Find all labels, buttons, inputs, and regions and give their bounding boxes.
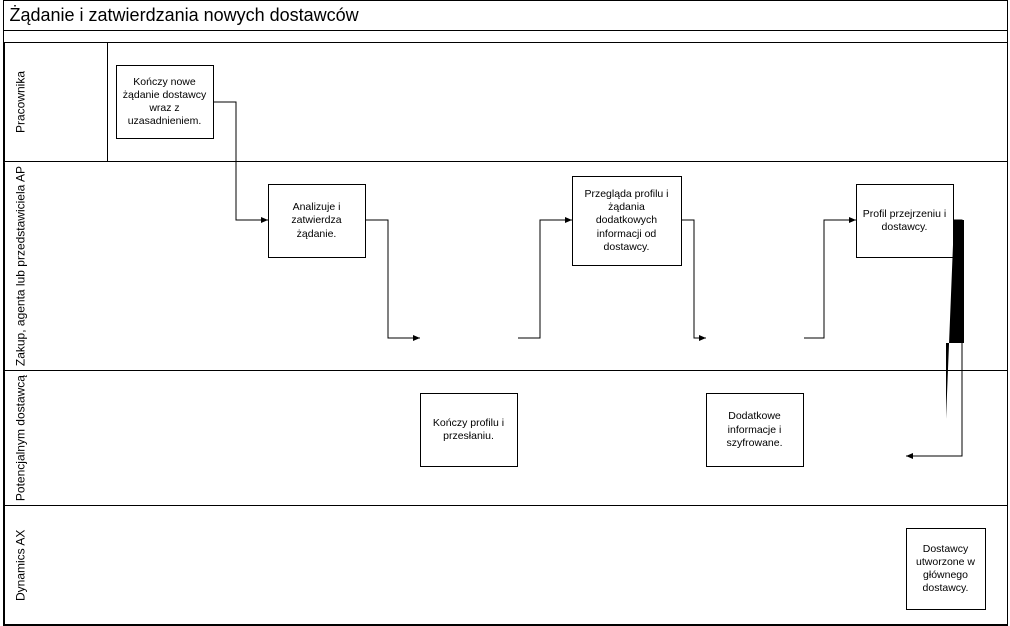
lane-content-prospective-vendor: Kończy profilu i przesłaniu. Dodatkowe i… — [36, 371, 1007, 489]
activity-finish-profile: Kończy profilu i przesłaniu. — [420, 393, 518, 467]
diagram-title: Żądanie i zatwierdzania nowych dostawców — [4, 1, 1007, 31]
lane-content-employee: Kończy nowe żądanie dostawcy wraz z uzas… — [36, 43, 1007, 161]
activity-review-profile: Przegląda profilu i żądania dodatkowych … — [572, 176, 682, 266]
lane-content-purchasing-ap: Analizuje i zatwierdza żądanie. Przegląd… — [36, 162, 1007, 280]
activity-vendor-created: Dostawcy utworzone w głównego dostawcy. — [906, 528, 986, 610]
lane-dynamics-ax: Dynamics AX Dostawcy utworzone w główneg… — [4, 506, 1007, 625]
activity-additional-info: Dodatkowe informacje i szyfrowane. — [706, 393, 804, 467]
spacer — [4, 31, 1007, 43]
swimlane-diagram: Żądanie i zatwierdzania nowych dostawców… — [3, 0, 1008, 626]
lane-employee: Pracownika Kończy nowe żądanie dostawcy … — [4, 43, 1007, 162]
separator-col — [98, 43, 108, 161]
lane-content-dynamics-ax: Dostawcy utworzone w głównego dostawcy. — [36, 506, 1007, 624]
lane-label-employee: Pracownika — [4, 43, 36, 161]
lane-prospective-vendor: Potencjalnym dostawcą Kończy profilu i p… — [4, 371, 1007, 506]
lane-label-purchasing-ap: Zakup, agenta lub przedstawiciela AP — [4, 162, 36, 370]
lane-label-dynamics-ax: Dynamics AX — [4, 506, 36, 624]
activity-profile-reviewed: Profil przejrzeniu i dostawcy. — [856, 184, 954, 258]
lanes-container: Pracownika Kończy nowe żądanie dostawcy … — [4, 43, 1007, 625]
lane-purchasing-ap: Zakup, agenta lub przedstawiciela AP Ana… — [4, 162, 1007, 371]
activity-analyze-approve: Analizuje i zatwierdza żądanie. — [268, 184, 366, 258]
activity-finish-request: Kończy nowe żądanie dostawcy wraz z uzas… — [116, 65, 214, 139]
lane-label-prospective-vendor: Potencjalnym dostawcą — [4, 371, 36, 505]
